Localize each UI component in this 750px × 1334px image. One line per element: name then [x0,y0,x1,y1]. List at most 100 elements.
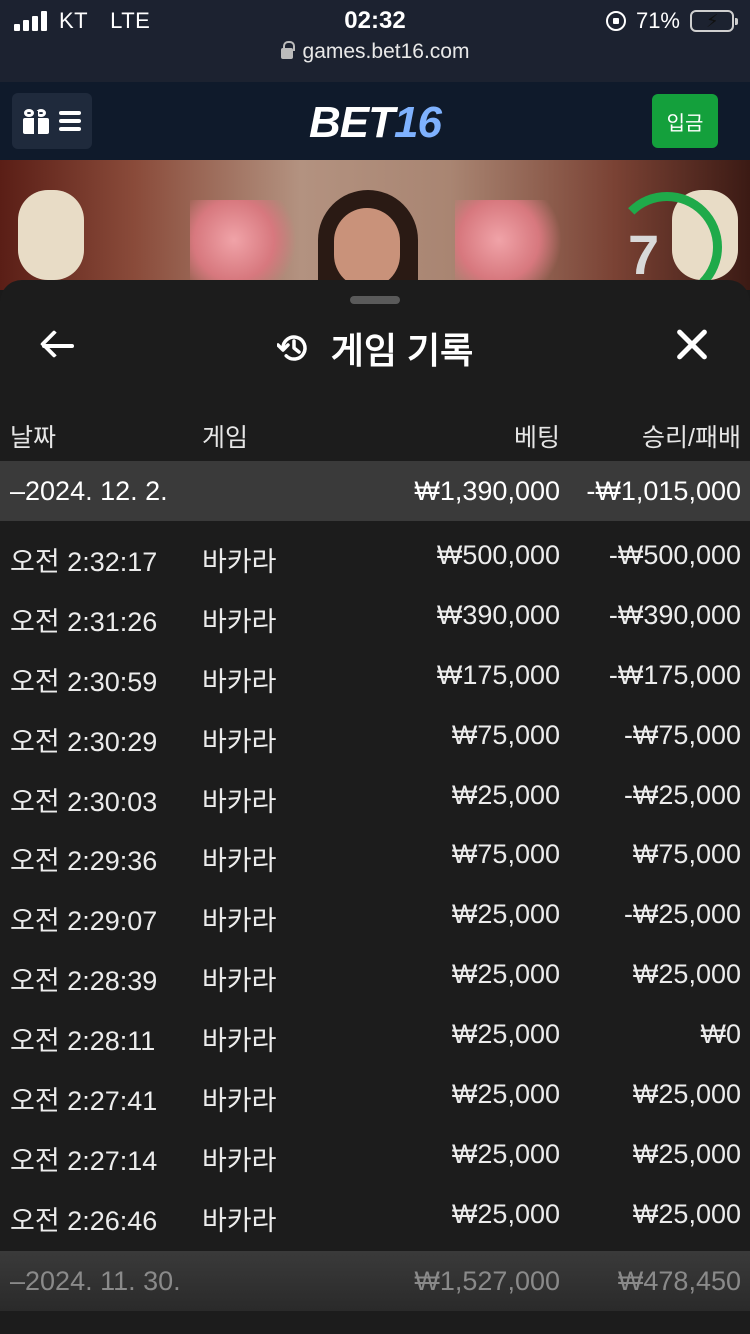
lantern-image [18,190,84,280]
close-button[interactable] [672,324,712,364]
row-game: 바카라 [202,1145,277,1176]
status-right: 71% ⚡ [605,8,738,34]
row-game: 바카라 [202,666,277,697]
countdown-number: 7 [628,223,660,286]
row-bet: ₩25,000 [451,1138,560,1169]
history-row[interactable]: 오전 2:31:26 바카라 ₩390,000 -₩390,000 [0,587,750,647]
battery-icon: ⚡ [690,10,738,32]
row-result: ₩25,000 [632,1198,741,1229]
group-bet-total: ₩1,527,000 [414,1266,560,1296]
column-header-game: 게임 [202,424,249,452]
row-bet: ₩75,000 [451,839,560,870]
group-bet-total: ₩1,390,000 [414,476,560,506]
sheet-title-text: 게임 기록 [330,330,474,371]
row-bet: ₩25,000 [451,1019,560,1050]
history-row[interactable]: 오전 2:30:59 바카라 ₩175,000 -₩175,000 [0,647,750,707]
row-result: -₩175,000 [608,659,741,690]
sheet-title: 게임 기록 [0,322,750,374]
history-row[interactable]: 오전 2:29:36 바카라 ₩75,000 ₩75,000 [0,826,750,886]
row-game: 바카라 [202,966,277,997]
row-result: -₩390,000 [608,599,741,630]
row-time: 오전 2:28:39 [10,966,158,997]
history-row[interactable]: 오전 2:27:14 바카라 ₩25,000 ₩25,000 [0,1126,750,1186]
history-row[interactable]: 오전 2:30:03 바카라 ₩25,000 -₩25,000 [0,767,750,827]
history-row[interactable]: 오전 2:30:29 바카라 ₩75,000 -₩75,000 [0,707,750,767]
live-video: 7 [0,160,750,290]
row-game: 바카라 [202,846,277,877]
row-game: 바카라 [202,606,277,637]
history-row[interactable]: 오전 2:28:39 바카라 ₩25,000 ₩25,000 [0,946,750,1006]
row-bet: ₩500,000 [436,540,560,570]
row-result: ₩75,000 [632,839,741,870]
row-time: 오전 2:31:26 [10,606,158,637]
row-time: 오전 2:27:41 [10,1086,158,1117]
row-time: 오전 2:29:07 [10,906,158,937]
battery-percent: 71% [635,8,680,33]
row-bet: ₩175,000 [436,659,560,690]
row-bet: ₩25,000 [451,1198,560,1229]
dealer-face [334,208,400,288]
history-row[interactable]: 오전 2:27:41 바카라 ₩25,000 ₩25,000 [0,1066,750,1126]
row-game: 바카라 [202,1205,277,1236]
history-icon [276,335,307,361]
orientation-lock-icon [605,11,626,31]
column-headers: 날짜 게임 베팅 승리/패배 [0,412,750,456]
row-time: 오전 2:27:14 [10,1145,158,1176]
group-result-total: ₩478,450 [617,1266,741,1296]
column-header-date: 날짜 [10,424,57,452]
row-bet: ₩25,000 [451,899,560,930]
history-row[interactable]: 오전 2:32:17 바카라 ₩500,000 -₩500,000 [0,527,750,587]
row-result: -₩500,000 [608,540,741,570]
deposit-button[interactable]: 입금 [652,94,718,148]
group-date: –2024. 11. 30. [10,1266,181,1296]
row-result: ₩0 [700,1019,742,1050]
row-game: 바카라 [202,1026,277,1057]
site-logo[interactable]: BET16 [0,98,750,148]
row-game: 바카라 [202,726,277,757]
row-time: 오전 2:28:11 [10,1026,156,1057]
status-bar: KT LTE 02:32 71% ⚡ games.bet16.com [0,0,750,82]
row-time: 오전 2:30:59 [10,666,158,697]
row-game: 바카라 [202,786,277,817]
address-bar[interactable]: games.bet16.com [0,40,750,64]
row-bet: ₩390,000 [436,599,560,630]
row-result: ₩25,000 [632,1138,741,1169]
sheet-drag-handle[interactable] [350,296,400,304]
row-time: 오전 2:26:46 [10,1205,158,1236]
row-bet: ₩25,000 [451,1079,560,1110]
group-result-total: -₩1,015,000 [586,476,741,506]
group-date: –2024. 12. 2. [10,476,168,506]
row-result: -₩75,000 [623,719,741,750]
column-header-bet: 베팅 [513,424,560,452]
date-group-row[interactable]: –2024. 11. 30. ₩1,527,000 ₩478,450 [0,1251,750,1311]
game-history-sheet: 게임 기록 날짜 게임 베팅 승리/패배 –2024. 12. 2. ₩1,39… [0,280,750,1334]
site-header: BET16 입금 [0,82,750,160]
row-time: 오전 2:30:03 [10,786,158,817]
url-text: games.bet16.com [302,40,470,63]
row-result: -₩25,000 [623,779,741,810]
history-row[interactable]: 오전 2:28:11 바카라 ₩25,000 ₩0 [0,1006,750,1066]
row-result: ₩25,000 [632,959,741,990]
history-list: 오전 2:32:17 바카라 ₩500,000 -₩500,000 오전 2:31:26… [0,527,750,1246]
blossom-image [455,200,565,290]
row-bet: ₩25,000 [451,959,560,990]
row-bet: ₩25,000 [451,779,560,810]
history-row[interactable]: 오전 2:29:07 바카라 ₩25,000 -₩25,000 [0,886,750,946]
row-game: 바카라 [202,547,277,577]
logo-number: 16 [394,98,442,147]
row-result: -₩25,000 [623,899,741,930]
charging-bolt-icon: ⚡ [706,11,719,31]
date-group-row[interactable]: –2024. 12. 2. ₩1,390,000 -₩1,015,000 [0,461,750,521]
row-bet: ₩75,000 [451,719,560,750]
row-result: ₩25,000 [632,1079,741,1110]
row-time: 오전 2:30:29 [10,726,158,757]
row-time: 오전 2:32:17 [10,547,158,577]
row-time: 오전 2:29:36 [10,846,158,877]
history-row[interactable]: 오전 2:26:46 바카라 ₩25,000 ₩25,000 [0,1186,750,1246]
column-header-result: 승리/패배 [642,424,741,452]
padlock-icon [280,41,295,59]
blossom-image [190,200,300,290]
row-game: 바카라 [202,1086,277,1117]
row-game: 바카라 [202,906,277,937]
logo-text: BET [309,98,395,147]
